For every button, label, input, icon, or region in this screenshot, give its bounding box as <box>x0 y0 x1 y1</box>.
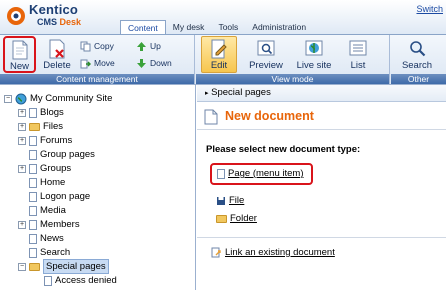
folder-icon <box>29 122 40 131</box>
link-icon <box>211 247 221 258</box>
search-button[interactable]: Search <box>397 37 437 73</box>
main-panel: ▸ Special pages New document Please sele… <box>197 85 446 290</box>
new-document-icon <box>12 40 27 60</box>
doc-type-file[interactable]: File <box>216 195 244 206</box>
page-icon <box>217 168 225 179</box>
preview-button[interactable]: Preview <box>246 37 286 73</box>
divider <box>197 129 446 130</box>
page-icon <box>29 247 37 258</box>
tree-node-news[interactable]: News <box>29 232 64 245</box>
tree-root[interactable]: − My Community Site <box>4 92 112 105</box>
delete-document-icon <box>49 39 65 59</box>
header-bar: Kentico CMS Desk Switch Content My desk … <box>0 0 446 35</box>
doc-type-folder[interactable]: Folder <box>216 213 257 224</box>
edit-icon <box>211 39 227 59</box>
copy-button[interactable]: Copy <box>80 40 114 53</box>
edit-button[interactable]: Edit <box>201 36 237 73</box>
tree-node-groups[interactable]: + Groups <box>18 162 71 175</box>
breadcrumb-item[interactable]: Special pages <box>211 87 271 98</box>
breadcrumb-arrow-icon: ▸ <box>205 90 209 97</box>
tree-node-special-pages[interactable]: − Special pages <box>18 259 109 274</box>
copy-icon <box>80 41 91 52</box>
tree-node-search[interactable]: Search <box>29 246 70 259</box>
expand-icon[interactable]: + <box>18 164 26 173</box>
doc-type-link[interactable]: Page (menu item) <box>228 168 304 179</box>
switch-link[interactable]: Switch <box>416 4 443 14</box>
logo-text: Kentico <box>29 2 79 17</box>
content-tree: − My Community Site + Blogs + Files + Forum… <box>0 85 196 290</box>
tree-node-group-pages[interactable]: Group pages <box>29 148 95 161</box>
folder-icon <box>29 262 40 271</box>
new-document-title-icon <box>204 109 218 125</box>
link-existing-document[interactable]: Link an existing document <box>211 247 335 258</box>
link-existing-text[interactable]: Link an existing document <box>225 247 335 258</box>
tree-node-home[interactable]: Home <box>29 176 65 189</box>
expand-icon[interactable]: + <box>18 136 26 145</box>
collapse-icon[interactable]: − <box>4 94 12 103</box>
kentico-logo-icon <box>7 7 25 25</box>
list-button[interactable]: List <box>341 37 375 73</box>
page-icon <box>29 205 37 216</box>
tree-node-members[interactable]: + Members <box>18 218 80 231</box>
page-icon <box>29 163 37 174</box>
view-mode-group: Edit Preview Live site List View mode <box>196 35 390 84</box>
folder-icon <box>216 214 227 223</box>
page-icon <box>29 219 37 230</box>
other-group: Search Other <box>391 35 446 84</box>
tree-node-logon-page[interactable]: Logon page <box>29 190 90 203</box>
list-icon <box>349 40 367 56</box>
move-button[interactable]: Move <box>80 57 115 70</box>
doc-type-prompt: Please select new document type: <box>206 144 361 155</box>
file-icon <box>217 196 225 205</box>
delete-button[interactable]: Delete <box>40 37 74 73</box>
tree-node-blogs[interactable]: + Blogs <box>18 106 64 119</box>
globe-icon <box>305 40 323 56</box>
expand-icon[interactable]: + <box>18 220 26 229</box>
up-button[interactable]: Up <box>136 40 161 53</box>
arrow-up-icon <box>137 42 146 51</box>
logo-subtext: CMS Desk <box>37 17 82 27</box>
new-button[interactable]: New <box>3 36 36 73</box>
divider <box>197 237 446 238</box>
main-tabs: Content My desk Tools Administration <box>120 20 313 35</box>
breadcrumb: ▸ Special pages <box>197 85 446 102</box>
content-management-label: Content management <box>0 74 194 84</box>
live-site-button[interactable]: Live site <box>292 37 336 73</box>
tree-node-media[interactable]: Media <box>29 204 66 217</box>
expand-icon[interactable]: + <box>18 122 26 131</box>
tab-tools[interactable]: Tools <box>211 20 245 35</box>
other-label: Other <box>391 74 446 84</box>
tree-node-forums[interactable]: + Forums <box>18 134 72 147</box>
page-icon <box>29 233 37 244</box>
preview-icon <box>257 40 275 56</box>
page-title: New document <box>225 109 314 123</box>
page-icon <box>29 191 37 202</box>
tab-content[interactable]: Content <box>120 20 166 35</box>
doc-type-page-menu-item[interactable]: Page (menu item) <box>217 168 304 179</box>
site-globe-icon <box>15 93 27 104</box>
expand-icon[interactable]: + <box>18 108 26 117</box>
doc-type-link[interactable]: Folder <box>230 213 257 224</box>
content-management-group: New Delete Copy Move Up Down Content man… <box>0 35 195 84</box>
arrow-down-icon <box>137 59 146 68</box>
tab-my-desk[interactable]: My desk <box>166 20 212 35</box>
search-icon <box>410 41 426 57</box>
down-button[interactable]: Down <box>136 57 172 70</box>
view-mode-label: View mode <box>196 74 389 84</box>
page-icon <box>29 107 37 118</box>
page-icon <box>29 135 37 146</box>
tab-administration[interactable]: Administration <box>245 20 313 35</box>
page-icon <box>44 275 52 286</box>
page-icon <box>29 149 37 160</box>
page-icon <box>29 177 37 188</box>
tree-node-files[interactable]: + Files <box>18 120 63 133</box>
collapse-icon[interactable]: − <box>18 262 26 271</box>
doc-type-link[interactable]: File <box>229 195 244 206</box>
tree-node-access-denied[interactable]: Access denied <box>44 274 117 287</box>
move-icon <box>80 59 91 69</box>
